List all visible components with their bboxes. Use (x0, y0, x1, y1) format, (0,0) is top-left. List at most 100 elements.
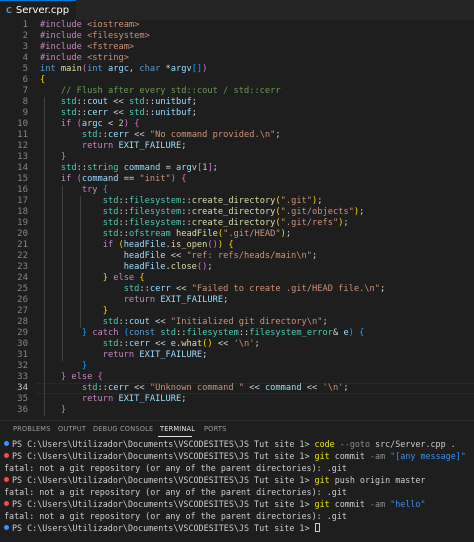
code-token: "init" (139, 174, 171, 184)
code-token: ; (207, 262, 213, 272)
code-line[interactable]: #include <iostream> (40, 20, 139, 31)
code-line[interactable]: } (40, 152, 66, 163)
code-line[interactable]: if (command == "init") { (40, 174, 187, 185)
code-line[interactable]: if (headFile.is_open()) { (40, 240, 234, 251)
code-token: ; (343, 218, 349, 228)
code-line[interactable]: } catch (const std::filesystem::filesyst… (40, 328, 365, 339)
line-number: 34 (17, 383, 28, 393)
code-token: "Initialized git directory\n" (170, 317, 323, 327)
tab-output[interactable]: OUTPUT (58, 425, 86, 433)
code-line[interactable]: #include <fstream> (40, 42, 134, 53)
terminal-text: PS C:\Users\Utilizador\Documents\VSCODES… (12, 523, 315, 533)
code-line[interactable]: headFile << "ref: refs/heads/main\n"; (40, 251, 318, 262)
code-line[interactable]: #include <string> (40, 53, 129, 64)
code-line[interactable]: #include <filesystem> (40, 31, 150, 42)
code-line[interactable]: { (40, 75, 45, 86)
tab-problems[interactable]: PROBLEMS (13, 425, 51, 433)
code-token: :: (238, 328, 250, 338)
code-line[interactable]: // Flush after every std::cout / std::ce… (40, 86, 281, 97)
code-line[interactable]: std::filesystem::create_directory(".git"… (40, 196, 323, 207)
code-token: is_open (170, 240, 208, 250)
terminal-line: PS C:\Users\Utilizador\Documents\VSCODES… (4, 439, 456, 450)
code-line[interactable]: std::filesystem::create_directory(".git/… (40, 207, 365, 218)
terminal-text: push origin master (329, 475, 426, 485)
terminal-output[interactable]: PS C:\Users\Utilizador\Documents\VSCODES… (0, 437, 474, 542)
code-line[interactable]: std::cerr << "Failed to create .git/HEAD… (40, 284, 386, 295)
code-token: return (81, 141, 119, 151)
tab-server-cpp[interactable]: C Server.cpp (0, 0, 76, 20)
code-token: << (128, 130, 150, 140)
code-line[interactable]: } (40, 361, 87, 372)
tab-terminal[interactable]: TERMINAL (160, 425, 195, 433)
terminal-cursor[interactable] (314, 523, 320, 532)
line-number: 31 (17, 350, 28, 360)
line-number: 12 (17, 141, 28, 151)
command-error-decoration-icon[interactable] (4, 453, 9, 458)
code-token: & (332, 328, 344, 338)
code-token: std (81, 130, 98, 140)
code-token: create_directory (191, 207, 276, 217)
code-token: else (113, 273, 140, 283)
code-line[interactable]: std::cerr << "Unknown command " << comma… (40, 383, 349, 394)
command-success-decoration-icon[interactable] (4, 525, 9, 530)
code-token: :: (181, 196, 192, 206)
code-line[interactable]: int main(int argc, char *argv[]) (40, 64, 207, 75)
code-line[interactable]: return EXIT_FAILURE; (40, 141, 187, 152)
code-line[interactable]: return EXIT_FAILURE; (40, 394, 187, 405)
code-token: string (87, 163, 119, 173)
tab-ports[interactable]: PORTS (204, 425, 226, 433)
code-line[interactable]: } else { (40, 372, 103, 383)
code-token: ".git" (280, 196, 313, 206)
code-line[interactable]: return EXIT_FAILURE; (40, 295, 229, 306)
code-token: EXIT_FAILURE (118, 394, 182, 404)
terminal-text: "[any message]" (385, 451, 466, 461)
code-token: } (60, 405, 67, 415)
terminal-text: fatal: not a git repository (or any of t… (4, 511, 347, 521)
code-line[interactable]: std::cerr << "No command provided.\n"; (40, 130, 281, 141)
code-token: const (128, 328, 161, 338)
code-line[interactable]: headFile.close(); (40, 262, 213, 273)
code-token: { (359, 328, 365, 338)
code-line[interactable]: } else { (40, 273, 145, 284)
code-line[interactable]: std::cout << std::unitbuf; (40, 97, 197, 108)
code-line[interactable]: std::cout << "Initialized git directory\… (40, 317, 328, 328)
code-line[interactable]: std::string command = argv[1]; (40, 163, 218, 174)
code-token: } (60, 152, 67, 162)
code-line[interactable]: try { (40, 185, 108, 196)
code-line[interactable]: std::cerr << e.what() << '\n'; (40, 339, 260, 350)
code-token: ; (275, 130, 281, 140)
code-token: what (181, 339, 203, 349)
code-line[interactable]: if (argc < 2) { (40, 119, 140, 130)
code-line[interactable]: } (40, 306, 108, 317)
code-token: create_directory (191, 218, 276, 228)
code-token: :: (139, 284, 150, 294)
code-line[interactable]: std::cerr << std::unitbuf; (40, 108, 197, 119)
code-token: ; (380, 284, 386, 294)
code-editor[interactable]: 1 2 3 4 5 6 7 8 9 10 11 12 13 14 15 16 17 18 19 20 21 22 23 24 2… (0, 20, 474, 420)
command-error-decoration-icon[interactable] (4, 501, 9, 506)
line-number: 17 (17, 196, 28, 206)
code-line[interactable]: std::filesystem::create_directory(".git/… (40, 218, 349, 229)
tab-debug-console[interactable]: DEBUG CONSOLE (93, 425, 153, 433)
code-token: :: (118, 207, 129, 217)
code-area[interactable]: #include <iostream> #include <filesystem>… (40, 20, 472, 420)
code-token: filesystem (128, 196, 182, 206)
code-line[interactable]: std::ofstream headFile(".git/HEAD"); (40, 229, 291, 240)
code-line[interactable]: return EXIT_FAILURE; (40, 350, 208, 361)
terminal-text: git (314, 499, 330, 509)
code-token: { (102, 185, 108, 195)
command-error-decoration-icon[interactable] (4, 477, 9, 482)
code-line[interactable]: } (40, 405, 66, 416)
terminal-line: fatal: not a git repository (or any of t… (4, 511, 347, 522)
code-token: std (102, 207, 119, 217)
code-token: :: (181, 218, 192, 228)
terminal-line: PS C:\Users\Utilizador\Documents\VSCODES… (4, 475, 425, 486)
command-success-decoration-icon[interactable] (4, 441, 9, 446)
